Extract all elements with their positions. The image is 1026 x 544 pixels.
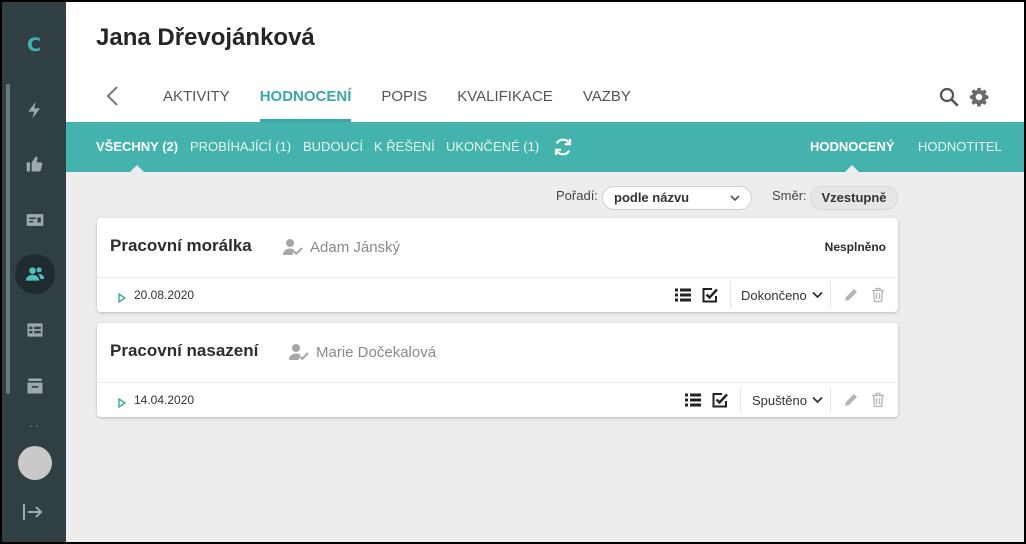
sort-order-label: Pořadí: <box>556 188 598 203</box>
pencil-icon <box>845 394 857 406</box>
filter-to-resolve[interactable]: K ŘEŠENÍ <box>374 122 435 172</box>
sort-direction-label: Směr: <box>772 188 807 203</box>
evaluation-result: Nesplněno <box>824 240 886 254</box>
tab-bar: AKTIVITY HODNOCENÍ POPIS KVALIFIKACE VAZ… <box>148 78 646 122</box>
tab-evaluations[interactable]: HODNOCENÍ <box>245 78 367 122</box>
avatar[interactable] <box>18 446 52 480</box>
role-evaluator[interactable]: HODNOTITEL <box>918 122 1002 172</box>
evaluation-title: Pracovní nasazení <box>110 341 259 360</box>
lightning-icon <box>28 101 40 119</box>
edit-button[interactable] <box>842 391 860 409</box>
filter-running[interactable]: PROBÍHAJÍCÍ (1) <box>190 122 291 172</box>
sort-direction-toggle[interactable]: Vzestupně <box>810 186 898 210</box>
table-icon <box>27 323 43 337</box>
gear-icon <box>969 87 989 107</box>
id-card-icon <box>26 214 44 226</box>
back-button[interactable] <box>102 84 124 108</box>
sidebar-item-archive[interactable] <box>15 366 55 406</box>
trash-icon <box>872 287 884 303</box>
thumbs-up-icon <box>26 156 43 172</box>
filter-finished[interactable]: UKONČENÉ (1) <box>446 122 539 172</box>
evaluator: Adam Jánský <box>283 238 400 256</box>
app-logo[interactable]: C <box>2 34 66 56</box>
role-evaluated[interactable]: HODNOCENÝ <box>810 122 895 172</box>
tab-description[interactable]: POPIS <box>366 78 442 122</box>
refresh-button[interactable] <box>552 136 574 158</box>
state-value: Spuštěno <box>752 393 807 408</box>
filter-all[interactable]: VŠECHNY (2) <box>96 122 178 172</box>
search-icon <box>939 87 959 107</box>
trash-icon <box>872 392 884 408</box>
chevron-down-icon <box>730 195 740 202</box>
users-icon <box>25 267 45 281</box>
sidebar-more-dots: - - <box>29 421 39 432</box>
checklist-button[interactable] <box>701 286 719 304</box>
chevron-down-icon <box>812 396 823 404</box>
footer-separator <box>740 387 741 413</box>
logout-icon <box>23 504 43 520</box>
list-button[interactable] <box>674 286 692 304</box>
evaluator: Marie Dočekalová <box>289 343 436 361</box>
delete-button[interactable] <box>869 286 887 304</box>
filter-future[interactable]: BUDOUCÍ <box>303 122 363 172</box>
logout-button[interactable] <box>22 502 46 522</box>
edit-button[interactable] <box>842 286 860 304</box>
state-value: Dokončeno <box>741 288 807 303</box>
evaluation-card[interactable]: Pracovní nasazení Marie Dočekalová 14.04… <box>97 323 898 417</box>
play-outline-icon <box>118 292 127 304</box>
sidebar-item-cards[interactable] <box>15 200 55 240</box>
card-footer: 14.04.2020 Spuštěno <box>97 383 898 417</box>
archive-icon <box>27 378 43 394</box>
evaluation-card[interactable]: Pracovní morálka Adam Jánský Nesplněno 2… <box>97 218 898 312</box>
evaluation-date: 14.04.2020 <box>134 393 195 407</box>
chevron-left-icon <box>106 86 118 106</box>
evaluation-date: 20.08.2020 <box>134 288 195 302</box>
pencil-icon <box>845 289 857 301</box>
expand-button[interactable] <box>118 290 127 304</box>
check-square-icon <box>702 288 718 303</box>
list-icon <box>675 288 691 302</box>
checklist-button[interactable] <box>711 391 729 409</box>
delete-button[interactable] <box>869 391 887 409</box>
evaluation-title: Pracovní morálka <box>110 236 252 255</box>
sidebar-item-rating[interactable] <box>15 144 55 184</box>
user-check-icon <box>283 239 303 256</box>
sidebar-item-table[interactable] <box>15 310 55 350</box>
refresh-icon <box>554 138 572 156</box>
settings-button[interactable] <box>968 86 990 108</box>
tab-qualifications[interactable]: KVALIFIKACE <box>442 78 568 122</box>
page-header: Jana Dřevojánková AKTIVITY HODNOCENÍ POP… <box>66 2 1024 122</box>
footer-separator <box>830 282 831 308</box>
sidebar-item-activities[interactable] <box>15 90 55 130</box>
page-title: Jana Dřevojánková <box>96 24 315 51</box>
tab-relations[interactable]: VAZBY <box>568 78 646 122</box>
evaluator-name: Adam Jánský <box>310 238 401 256</box>
state-dropdown[interactable]: Dokončeno <box>741 288 823 303</box>
sort-order-value: podle názvu <box>614 190 690 205</box>
expand-button[interactable] <box>118 395 127 409</box>
app-window: C - - Jana Dřevojánková AKTIVITY HODNOCE… <box>0 0 1026 544</box>
sidebar: C - - <box>2 2 66 542</box>
search-button[interactable] <box>938 86 960 108</box>
sidebar-item-people[interactable] <box>15 254 55 294</box>
play-outline-icon <box>118 397 127 409</box>
tab-activities[interactable]: AKTIVITY <box>148 78 245 122</box>
evaluator-name: Marie Dočekalová <box>316 343 437 361</box>
user-check-icon <box>289 344 309 361</box>
state-dropdown[interactable]: Spuštěno <box>752 393 823 408</box>
check-square-icon <box>712 393 728 408</box>
chevron-down-icon <box>812 291 823 299</box>
card-footer: 20.08.2020 Dokončeno <box>97 278 898 312</box>
footer-separator <box>830 387 831 413</box>
sort-order-select[interactable]: podle názvu <box>602 186 752 210</box>
sidebar-scrollbar[interactable] <box>6 84 10 394</box>
footer-separator <box>730 282 731 308</box>
list-icon <box>685 393 701 407</box>
list-button[interactable] <box>684 391 702 409</box>
filter-bar: VŠECHNY (2) PROBÍHAJÍCÍ (1) BUDOUCÍ K ŘE… <box>66 122 1024 172</box>
